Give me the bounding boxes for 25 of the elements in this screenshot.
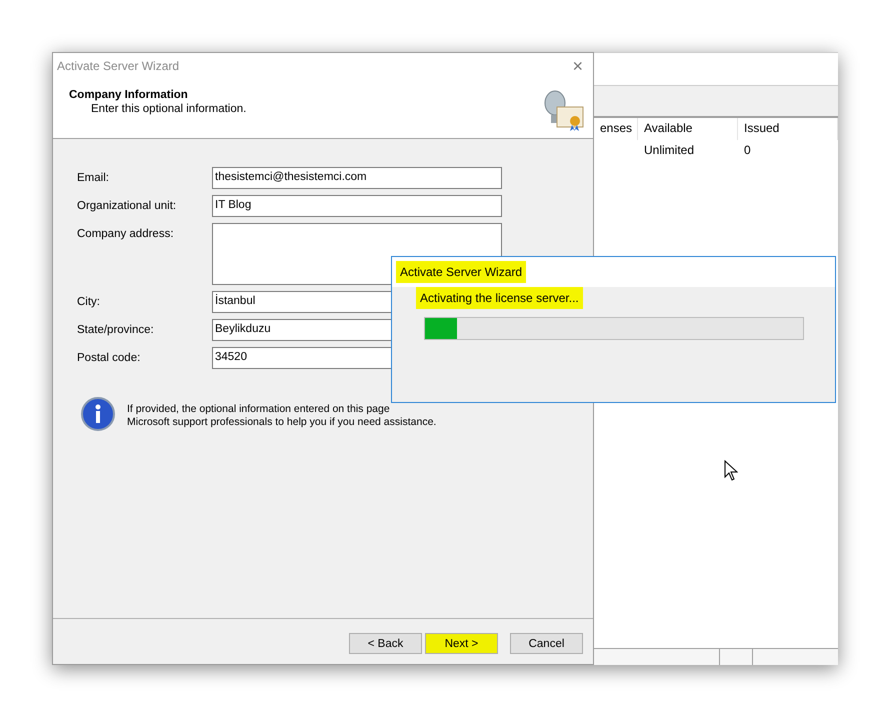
table-cell-text: Unlimited bbox=[643, 142, 696, 159]
field-label: City: bbox=[77, 295, 101, 308]
field-label: Email: bbox=[77, 171, 110, 184]
field-label: Organizational unit: bbox=[77, 199, 178, 212]
close-button[interactable]: × bbox=[572, 57, 583, 75]
wizard-button[interactable]: Next > bbox=[425, 633, 498, 654]
page-subtitle: Enter this optional information. bbox=[90, 103, 246, 115]
wizard-button[interactable]: Cancel bbox=[510, 633, 583, 654]
page-title: Company Information bbox=[69, 89, 189, 101]
field-label: State/province: bbox=[77, 323, 155, 336]
window-title: Activate Server Wizard bbox=[57, 59, 180, 73]
column-header[interactable]: Available bbox=[638, 118, 738, 140]
dialog-title: Activate Server Wizard bbox=[396, 261, 526, 283]
column-header[interactable]: Issued bbox=[738, 118, 838, 140]
mouse-pointer-icon bbox=[724, 460, 738, 481]
info-text: If provided, the optional information entered on this page Microsoft support professionals to help you if you need assistance. bbox=[127, 402, 436, 430]
field-label: Postal code: bbox=[77, 351, 142, 364]
input-field[interactable]: IT Blog bbox=[212, 195, 502, 217]
input-field[interactable]: thesistemci@thesistemci.com bbox=[212, 167, 502, 189]
column-header[interactable]: enses bbox=[594, 118, 638, 140]
wizard-button[interactable]: < Back bbox=[349, 633, 422, 654]
table-cell-text: 0 bbox=[743, 142, 752, 159]
field-label: Company address: bbox=[77, 227, 175, 240]
info-icon bbox=[81, 397, 115, 431]
status-text: Activating the license server... bbox=[416, 287, 583, 309]
